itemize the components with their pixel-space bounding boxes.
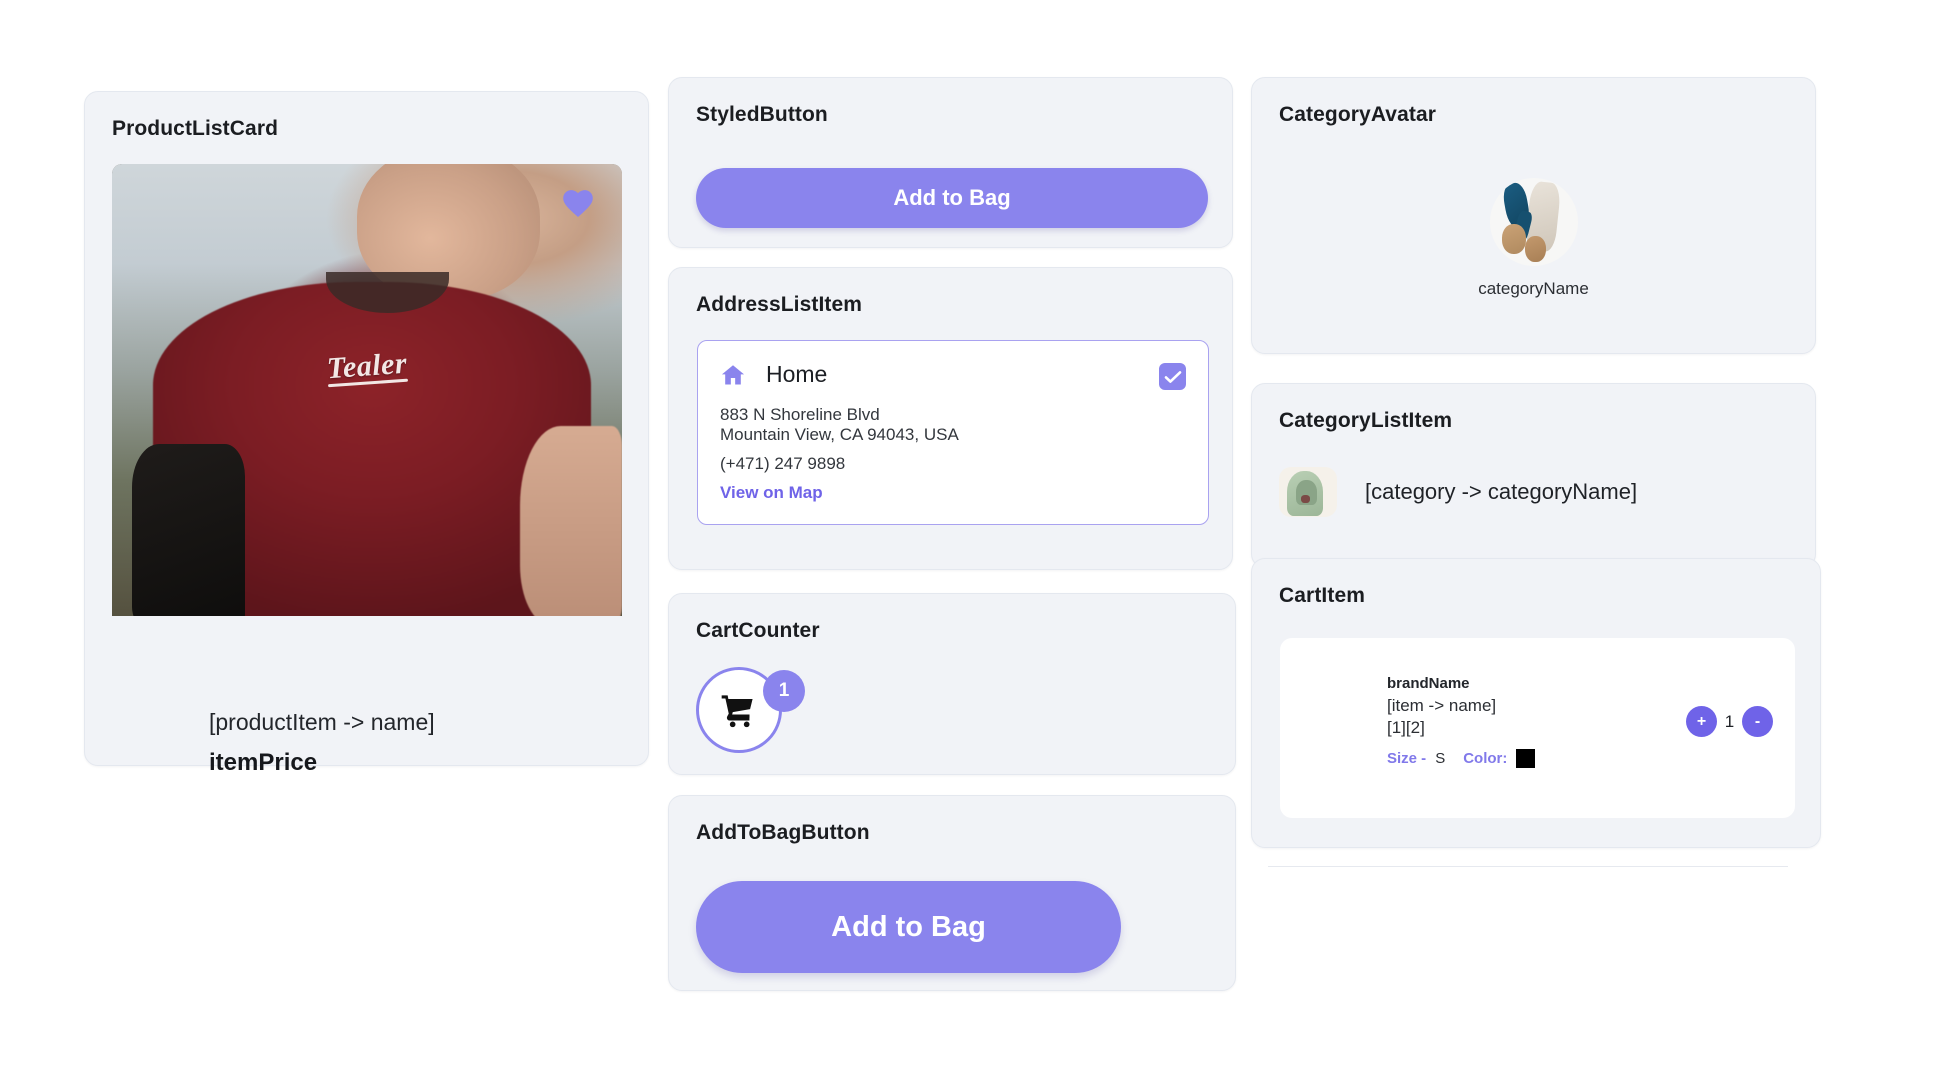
category-avatar-shape-shoe-right	[1524, 236, 1546, 263]
address-city-region: Mountain View, CA 94043, USA	[720, 425, 959, 444]
cart-item-brand-name: brandName	[1387, 675, 1470, 692]
cart-item-size-value: S	[1435, 750, 1446, 767]
favorite-button[interactable]	[558, 182, 598, 222]
cart-item-quantity-value: 1	[1724, 711, 1735, 731]
category-list-item-title: CategoryListItem	[1279, 409, 1453, 432]
heart-icon	[563, 189, 593, 217]
cart-item-quantity-stepper: + 1 -	[1686, 706, 1773, 737]
cart-item-card[interactable]: brandName [item -> name] [1][2] Size - S…	[1280, 638, 1795, 818]
cart-item-increment-button[interactable]: +	[1686, 706, 1717, 737]
styled-button-panel: StyledButton Add to Bag	[668, 77, 1233, 248]
cart-item-size-label: Size -	[1387, 750, 1427, 767]
product-image-glove	[132, 444, 245, 616]
product-name: [productItem -> name]	[209, 709, 435, 735]
shopping-cart-icon	[721, 695, 753, 728]
category-avatar-group[interactable]: categoryName	[1252, 178, 1815, 299]
category-list-item-label: [category -> categoryName]	[1365, 479, 1638, 504]
cart-item-code: [1][2]	[1387, 718, 1425, 737]
add-to-bag-button-title: AddToBagButton	[696, 821, 870, 844]
category-thumb-shape-detail	[1301, 495, 1311, 503]
styled-button-title: StyledButton	[696, 103, 828, 126]
product-price: itemPrice	[209, 749, 318, 776]
cart-item-decrement-button[interactable]: -	[1742, 706, 1773, 737]
address-street: 883 N Shoreline Blvd	[720, 405, 880, 424]
cart-counter-title: CartCounter	[696, 619, 820, 642]
cart-item-title: CartItem	[1279, 584, 1365, 607]
cart-item-name: [item -> name]	[1387, 696, 1497, 715]
address-label: Home	[766, 361, 828, 387]
styled-add-to-bag-button[interactable]: Add to Bag	[696, 168, 1208, 228]
category-thumbnail-image	[1279, 467, 1337, 517]
category-avatar-image[interactable]	[1489, 178, 1578, 266]
product-image[interactable]: Tealer	[112, 164, 622, 616]
category-avatar-name: categoryName	[1478, 279, 1589, 298]
component-gallery-canvas: ProductListCard Tealer [productItem -> n…	[0, 0, 1954, 1078]
address-list-item-title: AddressListItem	[696, 293, 863, 316]
category-avatar-shape-shoe-left	[1501, 223, 1527, 254]
product-image-brand-text: Tealer	[325, 347, 409, 386]
cart-counter-badge: 1	[763, 670, 805, 712]
add-to-bag-button[interactable]: Add to Bag	[696, 881, 1121, 973]
check-icon	[1164, 370, 1181, 383]
product-list-card-title: ProductListCard	[112, 117, 279, 140]
cart-item-color-label: Color:	[1463, 750, 1508, 767]
category-list-item-panel: CategoryListItem [category -> categoryNa…	[1251, 383, 1816, 568]
category-avatar-title: CategoryAvatar	[1279, 103, 1437, 126]
home-icon	[721, 364, 745, 385]
add-to-bag-button-panel: AddToBagButton Add to Bag	[668, 795, 1236, 991]
cart-counter-panel: CartCounter 1	[668, 593, 1236, 775]
address-header: Home	[720, 361, 827, 388]
bottom-divider	[1268, 866, 1788, 867]
address-selected-checkbox[interactable]	[1159, 363, 1186, 390]
address-phone: (+471) 247 9898	[720, 454, 846, 473]
category-list-item-row[interactable]: [category -> categoryName]	[1279, 467, 1637, 517]
address-list-item-panel: AddressListItem Home 883 N Shoreline Blv…	[668, 267, 1233, 570]
cart-item-panel: CartItem brandName [item -> name] [1][2]…	[1251, 558, 1821, 848]
category-avatar-panel: CategoryAvatar categoryName	[1251, 77, 1816, 354]
view-on-map-link[interactable]: View on Map	[720, 483, 823, 503]
cart-item-color-swatch	[1516, 749, 1536, 768]
address-card[interactable]: Home 883 N Shoreline Blvd Mountain View,…	[697, 340, 1209, 525]
product-image-arm	[520, 426, 622, 616]
product-list-card-panel: ProductListCard Tealer [productItem -> n…	[84, 91, 649, 776]
cart-item-attributes: Size - S Color:	[1387, 749, 1536, 768]
